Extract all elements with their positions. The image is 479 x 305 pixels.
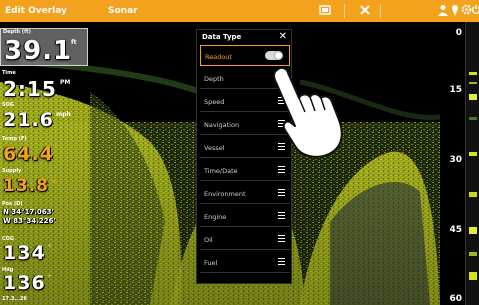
scale-label-0: 0 (455, 28, 462, 38)
scale-label-45: 45 (449, 225, 462, 235)
cog-unit: ° (48, 244, 51, 251)
divider (380, 4, 381, 18)
position-readout[interactable]: Pos (D) N 34°17.063' W 83°34.226' (0, 201, 88, 231)
sog-readout[interactable]: SOG 21.6 mph (0, 102, 88, 132)
time-value: 2:15 (3, 77, 57, 101)
depth-readout[interactable]: Depth (ft) 39.1 ft (0, 28, 88, 66)
depth-scale: 0 15 30 45 60 (435, 22, 465, 305)
depth-unit: ft (71, 39, 77, 46)
menu-item-label: Environment (204, 190, 246, 198)
heading-unit: ° (48, 274, 51, 281)
scale-label-15: 15 (449, 85, 462, 95)
edit-overlay-title: Edit Overlay (5, 6, 67, 16)
menu-item-fuel[interactable]: Fuel (200, 252, 290, 273)
menu-item-label: Engine (204, 213, 227, 221)
screen-icon[interactable] (318, 4, 332, 18)
title-bar: Edit Overlay Sonar (0, 0, 479, 22)
cog-value: 134 (3, 242, 46, 264)
depth-value: 39.1 (4, 36, 73, 66)
position-label: Pos (D) (2, 201, 23, 207)
menu-item-label: Fuel (204, 259, 218, 267)
sog-value: 21.6 (3, 109, 54, 131)
menu-item-label: Depth (204, 75, 224, 83)
temp-unit: ° (54, 144, 57, 151)
supply-value: 13.8 (3, 176, 49, 196)
menu-item-label: Oil (204, 236, 213, 244)
heading-value: 136 (3, 272, 46, 294)
menu-item-environment[interactable]: Environment (200, 183, 290, 204)
menu-item-label: Vessel (204, 144, 225, 152)
temp-readout[interactable]: Temp (F) 64.4 ° (0, 136, 88, 166)
pointing-hand-icon (255, 62, 375, 162)
menu-item-engine[interactable]: Engine (200, 206, 290, 227)
scale-label-60: 60 (449, 294, 462, 304)
menu-item-label: Speed (204, 98, 225, 106)
view-name: Sonar (108, 6, 138, 16)
power-icon[interactable] (469, 4, 479, 18)
menu-item-time-date[interactable]: Time/Date (200, 160, 290, 181)
supply-label: Supply (2, 168, 22, 174)
close-icon[interactable]: ✕ (279, 31, 287, 42)
menu-header: Data Type ✕ (197, 30, 293, 44)
depth-colorbar (465, 22, 479, 305)
menu-item-oil[interactable]: Oil (200, 229, 290, 250)
menu-title: Data Type (202, 33, 242, 41)
supply-unit: v (52, 178, 56, 185)
menu-item-label: Time/Date (204, 167, 238, 175)
menu-icon (278, 235, 285, 242)
supply-readout[interactable]: Supply 13.8 v (0, 168, 88, 196)
sog-unit: mph (56, 111, 71, 118)
divider (344, 4, 345, 18)
heading-readout[interactable]: Hdg 136 ° 17.3...26 (0, 267, 88, 305)
time-unit: PM (60, 79, 71, 86)
menu-icon (278, 166, 285, 173)
depth-label: Depth (ft) (3, 29, 31, 35)
latitude-value: N 34°17.063' (3, 208, 54, 216)
longitude-value: W 83°34.226' (3, 217, 56, 225)
menu-icon (278, 189, 285, 196)
time-label: Time (2, 70, 16, 76)
close-icon[interactable] (358, 4, 372, 18)
temp-value: 64.4 (3, 143, 54, 165)
menu-icon (278, 212, 285, 219)
cog-readout[interactable]: COG 134 ° (0, 236, 88, 266)
bottom-readout: 17.3...26 (2, 296, 27, 302)
readout-toggle[interactable] (265, 51, 283, 60)
menu-item-label: Navigation (204, 121, 240, 129)
menu-item-label: Readout (205, 53, 232, 61)
menu-icon (278, 258, 285, 265)
temp-label: Temp (F) (2, 136, 27, 142)
sog-label: SOG (2, 102, 14, 108)
time-readout[interactable]: Time 2:15 PM (0, 70, 88, 101)
scale-label-30: 30 (449, 155, 462, 165)
